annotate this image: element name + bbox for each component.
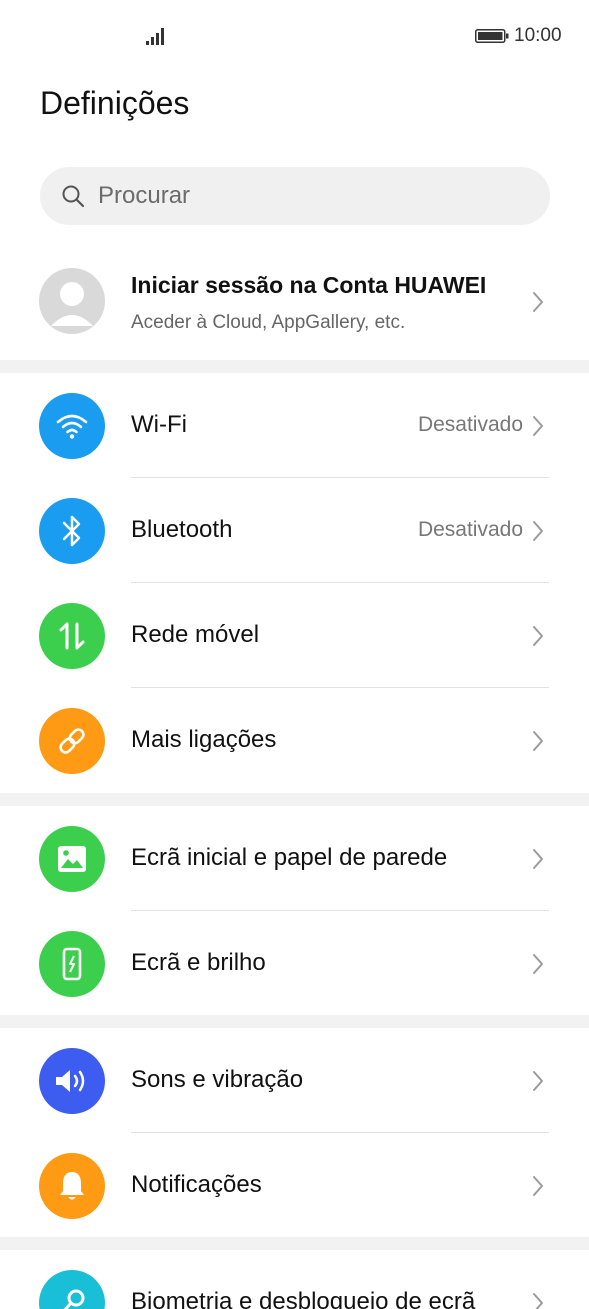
chevron-right-icon — [533, 292, 543, 312]
account-subtitle: Aceder à Cloud, AppGallery, etc. — [131, 312, 406, 333]
section-divider — [0, 360, 589, 373]
key-icon — [39, 1270, 105, 1309]
settings-item-label: Sons e vibração — [131, 1066, 304, 1093]
settings-item-label: Rede móvel — [131, 621, 260, 648]
bluetooth-status: Desativado — [417, 518, 523, 541]
chevron-right-icon — [533, 1176, 543, 1196]
settings-item-display[interactable]: Ecrã e brilho — [0, 911, 589, 1016]
chevron-right-icon — [533, 954, 543, 974]
phone-brightness-icon — [39, 931, 105, 997]
page-title: Definições — [40, 85, 190, 121]
settings-item-home-wallpaper[interactable]: Ecrã inicial e papel de parede — [0, 806, 589, 911]
chevron-right-icon — [533, 731, 543, 751]
section-divider — [0, 793, 589, 806]
signal-icon — [146, 28, 164, 45]
settings-item-more-connections[interactable]: Mais ligações — [0, 688, 589, 793]
settings-item-label: Ecrã e brilho — [131, 949, 266, 976]
bell-icon — [39, 1153, 105, 1219]
chevron-right-icon — [533, 416, 543, 436]
chevron-right-icon — [533, 1071, 543, 1091]
settings-item-label: Mais ligações — [131, 726, 277, 753]
settings-item-notifications[interactable]: Notificações — [0, 1133, 589, 1238]
chevron-right-icon — [533, 849, 543, 869]
avatar-icon — [51, 282, 93, 326]
image-icon — [39, 826, 105, 892]
chevron-right-icon — [533, 626, 543, 646]
settings-item-mobile-network[interactable]: Rede móvel — [0, 583, 589, 688]
settings-item-label: Biometria e desbloqueio de ecrã — [131, 1288, 476, 1309]
settings-item-biometrics[interactable]: Biometria e desbloqueio de ecrã — [0, 1250, 589, 1309]
chevron-right-icon — [533, 1293, 543, 1309]
settings-item-label: Ecrã inicial e papel de parede — [131, 844, 448, 871]
section-divider — [0, 1237, 589, 1250]
search-bar[interactable] — [40, 167, 550, 225]
account-title: Iniciar sessão na Conta HUAWEI — [131, 272, 487, 298]
wifi-icon — [39, 393, 105, 459]
search-input[interactable] — [98, 167, 528, 225]
huawei-account-row[interactable]: Iniciar sessão na Conta HUAWEI Aceder à … — [0, 250, 589, 355]
chevron-right-icon — [533, 521, 543, 541]
battery-icon — [475, 29, 509, 43]
settings-item-wifi[interactable]: Wi-Fi Desativado — [0, 373, 589, 478]
settings-item-label: Wi-Fi — [131, 411, 187, 438]
search-icon — [62, 185, 85, 208]
section-divider — [0, 1015, 589, 1028]
settings-item-bluetooth[interactable]: Bluetooth Desativado — [0, 478, 589, 583]
bluetooth-icon — [39, 498, 105, 564]
settings-item-label: Bluetooth — [131, 516, 233, 543]
status-time: 10:00 — [514, 25, 562, 46]
status-bar: 10:00 — [0, 0, 589, 72]
settings-item-label: Notificações — [131, 1171, 262, 1198]
link-icon — [39, 708, 105, 774]
speaker-icon — [39, 1048, 105, 1114]
settings-item-sounds[interactable]: Sons e vibração — [0, 1028, 589, 1133]
avatar — [39, 268, 105, 334]
wifi-status: Desativado — [417, 413, 523, 436]
mobile-data-icon — [39, 603, 105, 669]
